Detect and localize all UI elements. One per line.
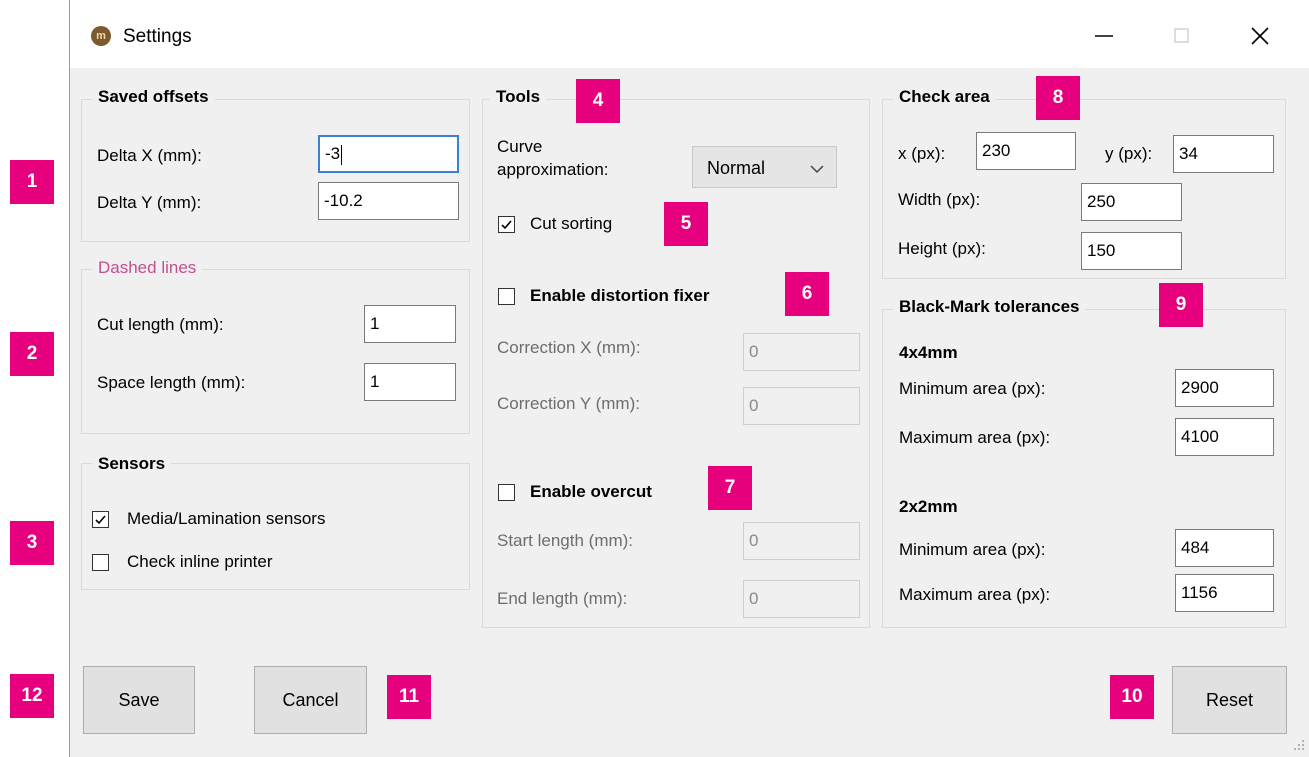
check-area-width-label: Width (px): [898, 190, 981, 209]
checkmark-icon [501, 220, 512, 230]
reset-button[interactable]: Reset [1172, 666, 1287, 734]
space-length-label: Space length (mm): [97, 373, 246, 392]
correction-y-label: Correction Y (mm): [497, 394, 640, 413]
space-length-input[interactable]: 1 [364, 363, 456, 401]
callout-badge-3: 3 [10, 521, 54, 565]
callout-badge-8: 8 [1036, 76, 1080, 120]
chevron-down-icon [810, 165, 824, 174]
curve-approximation-label-line1: Curve [497, 137, 543, 156]
check-area-x-label: x (px): [898, 144, 946, 163]
tools-title: Tools [490, 87, 547, 107]
callout-badge-6: 6 [785, 272, 829, 316]
enable-distortion-fixer-label[interactable]: Enable distortion fixer [530, 286, 709, 306]
callout-badge-7: 7 [708, 466, 752, 510]
black-mark-tolerances-title: Black-Mark tolerances [893, 297, 1086, 317]
settings-window: m Settings Saved offsets Delta X (mm): -… [69, 0, 1309, 757]
correction-x-input[interactable]: 0 [743, 333, 860, 371]
maximize-button[interactable] [1159, 16, 1205, 56]
dashed-lines-group [81, 269, 470, 434]
sensors-title: Sensors [92, 454, 172, 474]
enable-overcut-checkbox[interactable] [498, 484, 515, 501]
save-button[interactable]: Save [83, 666, 195, 734]
callout-badge-1: 1 [10, 160, 54, 204]
check-area-x-input[interactable]: 230 [976, 132, 1076, 170]
saved-offsets-title: Saved offsets [92, 87, 215, 107]
dashed-lines-title: Dashed lines [92, 258, 203, 278]
check-area-y-input[interactable]: 34 [1173, 135, 1274, 173]
media-lamination-checkbox[interactable] [92, 511, 109, 528]
start-length-label: Start length (mm): [497, 531, 634, 550]
delta-y-input[interactable]: -10.2 [318, 182, 459, 220]
resize-grip-icon[interactable] [1292, 738, 1306, 752]
cancel-button[interactable]: Cancel [254, 666, 367, 734]
curve-approximation-select[interactable]: Normal [692, 146, 837, 188]
minimize-button[interactable] [1081, 16, 1127, 56]
callout-badge-12: 12 [10, 674, 54, 718]
title-bar: m Settings [70, 0, 1309, 68]
s2-minimum-area-label: Minimum area (px): [899, 540, 1046, 559]
cut-length-input[interactable]: 1 [364, 305, 456, 343]
delta-x-input[interactable]: -3 [318, 135, 459, 173]
media-lamination-label[interactable]: Media/Lamination sensors [127, 509, 325, 529]
callout-badge-2: 2 [10, 332, 54, 376]
s4-maximum-area-input[interactable]: 4100 [1175, 418, 1274, 456]
delta-y-label: Delta Y (mm): [97, 193, 202, 212]
delta-x-label: Delta X (mm): [97, 146, 202, 165]
correction-x-label: Correction X (mm): [497, 338, 641, 357]
maximize-icon [1174, 28, 1189, 43]
close-button[interactable] [1237, 16, 1283, 56]
enable-overcut-label[interactable]: Enable overcut [530, 482, 652, 502]
minimize-icon [1095, 35, 1113, 37]
s2-maximum-area-input[interactable]: 1156 [1175, 574, 1274, 612]
callout-badge-11: 11 [387, 675, 431, 719]
end-length-input[interactable]: 0 [743, 580, 860, 618]
checkmark-icon [95, 515, 106, 525]
cut-sorting-label[interactable]: Cut sorting [530, 214, 612, 234]
s4-minimum-area-input[interactable]: 2900 [1175, 369, 1274, 407]
s2-maximum-area-label: Maximum area (px): [899, 585, 1051, 604]
callout-badge-9: 9 [1159, 283, 1203, 327]
app-logo-icon: m [91, 26, 111, 46]
window-title: Settings [123, 26, 192, 47]
s2-minimum-area-input[interactable]: 484 [1175, 529, 1274, 567]
callout-badge-10: 10 [1110, 675, 1154, 719]
check-area-height-input[interactable]: 150 [1081, 232, 1182, 270]
close-icon [1251, 27, 1269, 45]
check-inline-printer-checkbox[interactable] [92, 554, 109, 571]
callout-badge-4: 4 [576, 79, 620, 123]
start-length-input[interactable]: 0 [743, 522, 860, 560]
s4-maximum-area-label: Maximum area (px): [899, 428, 1051, 447]
curve-approximation-value: Normal [707, 158, 766, 178]
check-area-title: Check area [893, 87, 996, 107]
s4-minimum-area-label: Minimum area (px): [899, 379, 1046, 398]
end-length-label: End length (mm): [497, 589, 628, 608]
cut-sorting-checkbox[interactable] [498, 216, 515, 233]
correction-y-input[interactable]: 0 [743, 387, 860, 425]
size-2x2-heading: 2x2mm [899, 497, 958, 516]
enable-distortion-fixer-checkbox[interactable] [498, 288, 515, 305]
check-area-height-label: Height (px): [898, 239, 986, 258]
check-area-width-input[interactable]: 250 [1081, 183, 1182, 221]
curve-approximation-label-line2: approximation: [497, 160, 609, 179]
size-4x4-heading: 4x4mm [899, 343, 958, 362]
check-inline-printer-label[interactable]: Check inline printer [127, 552, 273, 572]
cut-length-label: Cut length (mm): [97, 315, 224, 334]
check-area-y-label: y (px): [1105, 144, 1153, 163]
callout-badge-5: 5 [664, 202, 708, 246]
